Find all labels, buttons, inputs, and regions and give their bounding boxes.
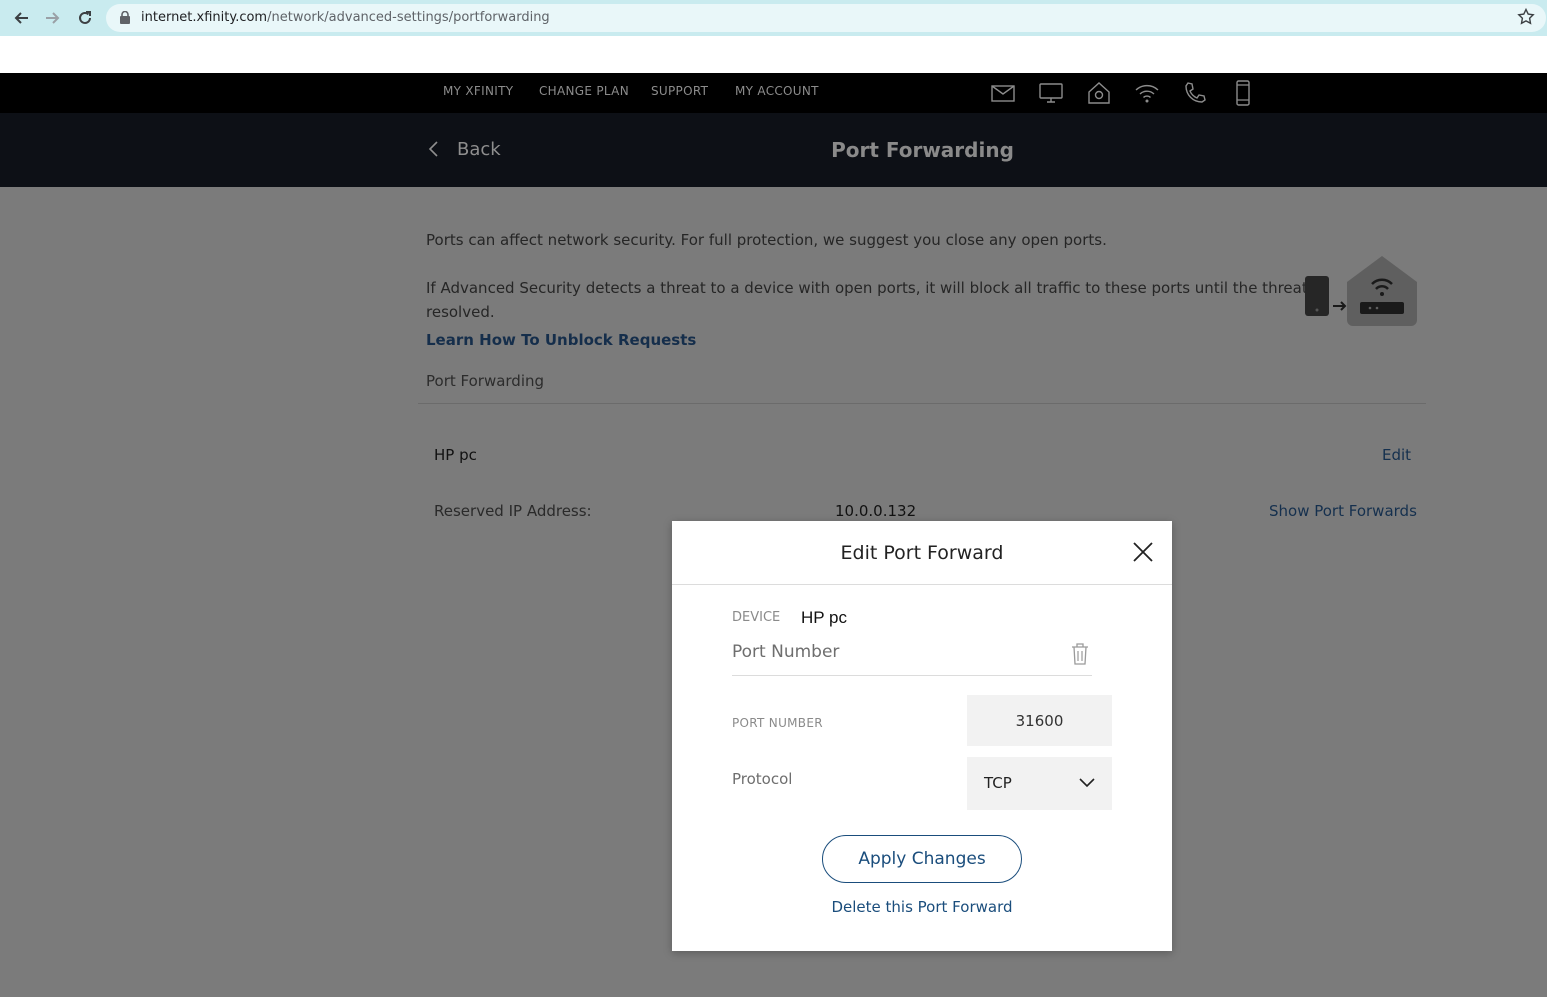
lock-icon — [120, 11, 130, 24]
intro-text: Ports can affect network security. For f… — [426, 231, 1107, 249]
trash-icon[interactable] — [1070, 642, 1090, 666]
top-navigation: MY XFINITY CHANGE PLAN SUPPORT MY ACCOUN… — [0, 73, 1547, 113]
reserved-ip-label: Reserved IP Address: — [434, 502, 592, 520]
url-host: internet.xfinity.com — [141, 10, 268, 25]
modal-divider — [672, 584, 1172, 585]
apply-changes-button[interactable]: Apply Changes — [822, 835, 1022, 883]
mobile-icon[interactable] — [1230, 80, 1256, 106]
port-number-input[interactable] — [967, 695, 1112, 746]
nav-support[interactable]: SUPPORT — [651, 84, 708, 98]
edit-port-forward-modal: Edit Port Forward DEVICE HP pc Port Numb… — [672, 521, 1172, 951]
protocol-label: Protocol — [732, 770, 793, 788]
port-number-label: PORT NUMBER — [732, 716, 823, 730]
device-name: HP pc — [434, 446, 477, 464]
port-forward-illustration-icon — [1305, 256, 1417, 326]
back-arrow-icon[interactable] — [9, 6, 33, 30]
modal-title: Edit Port Forward — [840, 542, 1004, 564]
device-value: HP pc — [801, 608, 847, 627]
nav-my-account[interactable]: MY ACCOUNT — [735, 84, 819, 98]
show-port-forwards-link[interactable]: Show Port Forwards — [1269, 502, 1417, 520]
security-note-line-2: resolved. — [426, 303, 495, 321]
edit-link[interactable]: Edit — [1382, 446, 1411, 464]
browser-toolbar: internet.xfinity.com/network/advanced-se… — [0, 0, 1547, 36]
reserved-ip-value: 10.0.0.132 — [835, 502, 917, 520]
section-label: Port Forwarding — [426, 372, 545, 390]
forward-arrow-icon[interactable] — [41, 6, 65, 30]
nav-change-plan[interactable]: CHANGE PLAN — [539, 84, 629, 98]
chevron-down-icon — [1079, 778, 1095, 788]
nav-my-xfinity[interactable]: MY XFINITY — [443, 84, 513, 98]
url-text: internet.xfinity.com/network/advanced-se… — [141, 10, 550, 25]
delete-port-forward-link[interactable]: Delete this Port Forward — [672, 898, 1172, 916]
url-path: /network/advanced-settings/portforwardin… — [267, 10, 550, 25]
home-security-icon[interactable] — [1086, 80, 1112, 106]
phone-icon[interactable] — [1182, 80, 1208, 106]
mail-icon[interactable] — [990, 80, 1016, 106]
wifi-icon[interactable] — [1134, 80, 1160, 106]
page-title: Port Forwarding — [831, 138, 1014, 162]
reload-icon[interactable] — [73, 6, 97, 30]
section-divider — [418, 403, 1426, 404]
tv-icon[interactable] — [1038, 80, 1064, 106]
page-banner — [0, 36, 1547, 73]
protocol-value: TCP — [984, 774, 1012, 792]
port-number-heading: Port Number — [732, 642, 840, 662]
star-icon[interactable] — [1517, 8, 1535, 26]
protocol-select[interactable]: TCP — [967, 757, 1112, 810]
port-number-underline — [732, 675, 1092, 676]
learn-unblock-link[interactable]: Learn How To Unblock Requests — [426, 331, 696, 349]
close-icon[interactable] — [1132, 541, 1154, 563]
security-note-line-1: If Advanced Security detects a threat to… — [426, 279, 1325, 297]
device-label: DEVICE — [732, 610, 781, 625]
